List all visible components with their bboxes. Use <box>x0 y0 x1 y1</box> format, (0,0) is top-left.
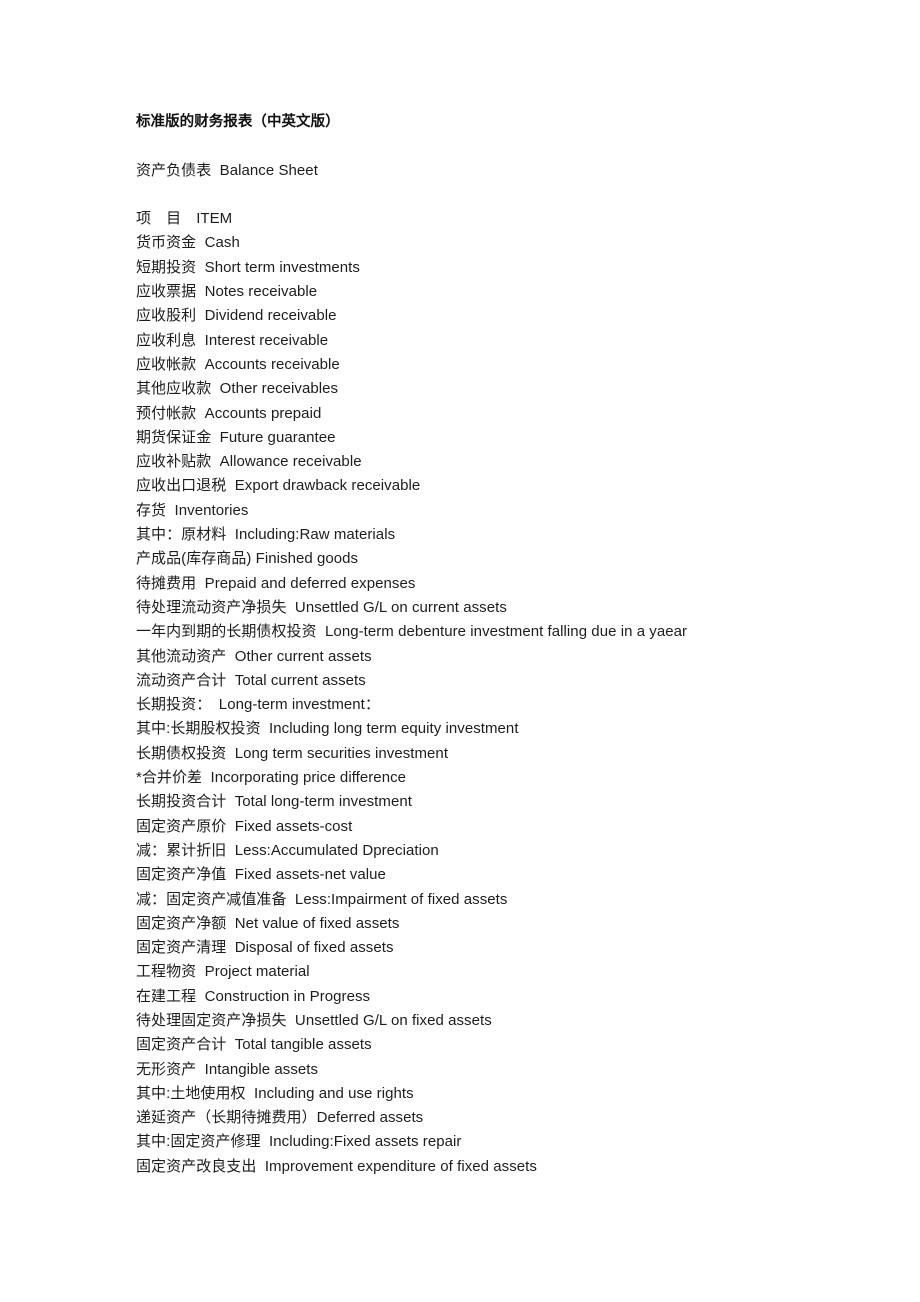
document-title: 标准版的财务报表（中英文版） <box>136 114 340 130</box>
balance-sheet-line: 其中：原材料 Including:Raw materials <box>136 526 396 544</box>
spacer-after-heading <box>136 183 836 207</box>
balance-sheet-line: 应收出口退税 Export drawback receivable <box>136 477 421 495</box>
balance-sheet-line: 待处理固定资产净损失 Unsettled G/L on fixed assets <box>136 1011 492 1029</box>
balance-sheet-line: 待处理流动资产净损失 Unsettled G/L on current asse… <box>136 598 507 616</box>
balance-sheet-line: 一年内到期的长期债权投资 Long-term debenture investm… <box>136 623 688 641</box>
balance-sheet-line: 存货 Inventories <box>136 501 249 519</box>
balance-sheet-line: *合并价差 Incorporating price difference <box>136 769 407 787</box>
balance-sheet-line: 货币资金 Cash <box>136 234 240 252</box>
balance-sheet-line: 固定资产改良支出 Improvement expenditure of fixe… <box>136 1157 537 1175</box>
balance-sheet-line: 其中:长期股权投资 Including long term equity inv… <box>136 720 519 738</box>
balance-sheet-line: 其中:固定资产修理 Including:Fixed assets repair <box>136 1133 462 1151</box>
balance-sheet-line: 应收利息 Interest receivable <box>136 331 329 349</box>
balance-sheet-line: 短期投资 Short term investments <box>136 258 360 276</box>
balance-sheet-line: 固定资产原价 Fixed assets-cost <box>136 817 353 835</box>
spacer-after-title <box>136 134 836 158</box>
balance-sheet-line: 应收补贴款 Allowance receivable <box>136 453 362 471</box>
balance-sheet-line-list: 货币资金 Cash 短期投资 Short term investments 应收票据… <box>136 231 836 1179</box>
balance-sheet-line: 待摊费用 Prepaid and deferred expenses <box>136 574 416 592</box>
balance-sheet-line: 减：累计折旧 Less:Accumulated Dpreciation <box>136 841 439 859</box>
balance-sheet-line: 固定资产净额 Net value of fixed assets <box>136 914 400 932</box>
balance-sheet-line: 应收票据 Notes receivable <box>136 283 318 301</box>
balance-sheet-line: 长期债权投资 Long term securities investment <box>136 744 449 762</box>
section-heading-balance-sheet: 资产负债表 Balance Sheet <box>136 161 318 179</box>
balance-sheet-line: 长期投资合计 Total long-term investment <box>136 793 412 811</box>
balance-sheet-line: 流动资产合计 Total current assets <box>136 671 366 689</box>
balance-sheet-line: 其他流动资产 Other current assets <box>136 647 372 665</box>
balance-sheet-line: 其中:土地使用权 Including and use rights <box>136 1084 414 1102</box>
balance-sheet-line: 固定资产清理 Disposal of fixed assets <box>136 939 394 957</box>
document-body: 标准版的财务报表（中英文版） 资产负债表 Balance Sheet 项 目 I… <box>136 110 836 1179</box>
balance-sheet-line: 应收帐款 Accounts receivable <box>136 355 340 373</box>
balance-sheet-line: 应收股利 Dividend receivable <box>136 307 337 325</box>
balance-sheet-line: 递延资产（长期待摊费用）Deferred assets <box>136 1109 424 1127</box>
balance-sheet-line: 期货保证金 Future guarantee <box>136 428 336 446</box>
document-page: 标准版的财务报表（中英文版） 资产负债表 Balance Sheet 项 目 I… <box>0 0 920 1302</box>
balance-sheet-line: 固定资产净值 Fixed assets-net value <box>136 866 386 884</box>
balance-sheet-line: 其他应收款 Other receivables <box>136 380 339 398</box>
balance-sheet-line: 固定资产合计 Total tangible assets <box>136 1036 372 1054</box>
balance-sheet-line: 工程物资 Project material <box>136 963 310 981</box>
balance-sheet-line: 产成品(库存商品) Finished goods <box>136 550 359 568</box>
balance-sheet-line: 减：固定资产减值准备 Less:Impairment of fixed asse… <box>136 890 508 908</box>
balance-sheet-line: 无形资产 Intangible assets <box>136 1060 319 1078</box>
column-header-item: 项 目 ITEM <box>136 210 233 228</box>
balance-sheet-line: 长期投资： Long-term investment： <box>136 696 380 714</box>
balance-sheet-line: 在建工程 Construction in Progress <box>136 987 371 1005</box>
balance-sheet-line: 预付帐款 Accounts prepaid <box>136 404 322 422</box>
